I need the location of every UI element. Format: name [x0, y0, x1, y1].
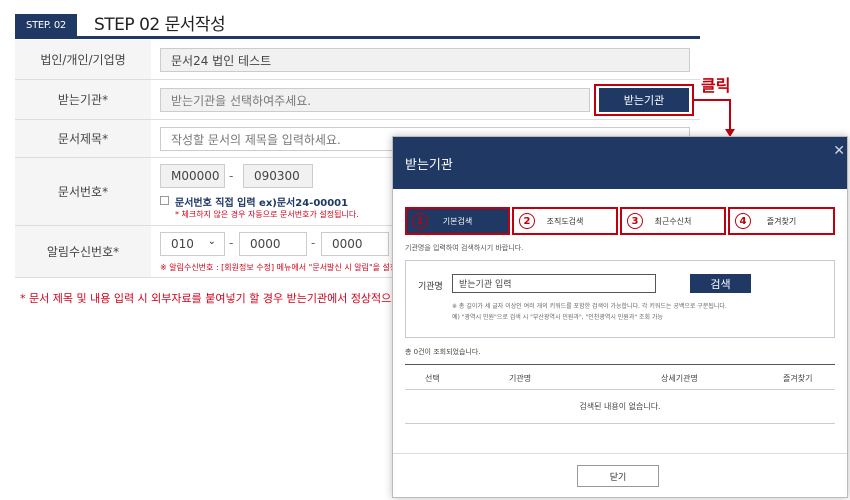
result-count: 총 0건이 조회되었습니다. — [405, 348, 481, 356]
recipient-field[interactable]: 받는기관을 선택하여주세요. — [160, 88, 590, 112]
doc-number-label: 문서번호* — [15, 158, 151, 225]
doc-number-note: * 체크하지 않은 경우 자동으로 문서번호가 설정됩니다. — [175, 210, 359, 219]
form-row-recipient: 받는기관* 받는기관을 선택하여주세요. 받는기관 — [15, 80, 700, 120]
modal-footer-divider — [393, 453, 847, 454]
col-select: 선택 — [425, 374, 440, 383]
tab-number-4: 4 — [735, 213, 751, 229]
click-annotation: 클릭 — [701, 76, 731, 95]
doc-number-manual-label: 문서번호 직접 입력 ex)문서24-00001 — [175, 198, 349, 209]
modal-close-button[interactable]: 닫기 — [577, 465, 659, 487]
tab-number-1: 1 — [412, 213, 428, 229]
tab-recent-recipients-label: 최근수신처 — [654, 216, 692, 226]
agency-search-input[interactable]: 받는기관 입력 — [452, 274, 656, 293]
col-agency-name: 기관명 — [509, 374, 532, 383]
phone-separator-2: - — [311, 236, 316, 250]
col-favorites: 즐겨찾기 — [783, 374, 813, 383]
tab-basic-search-label: 기본검색 — [442, 216, 473, 226]
phone-area-value: 010 — [171, 237, 194, 251]
paste-notice: * 문서 제목 및 내용 입력 시 외부자료를 붙여넣기 할 경우 받는기관에서… — [20, 292, 426, 305]
tab-favorites-label: 즐겨찾기 — [766, 216, 797, 226]
doc-number-suffix: 090300 — [243, 164, 313, 188]
subject-label: 문서제목* — [15, 120, 151, 157]
search-note-1: ※ 총 길이가 세 글자 이상인 여러 개의 키워드를 포함한 검색이 가능합니… — [452, 303, 727, 310]
phone-note: ※ 알림수신번호 : [회원정보 수정] 메뉴에서 "문서발신 시 알림"을 설… — [160, 263, 415, 272]
modal-header: 받는기관 — [393, 137, 847, 189]
form-row-org: 법인/개인/기업명 문서24 법인 테스트 — [15, 40, 700, 80]
doc-number-manual-checkbox[interactable] — [160, 196, 169, 205]
recipient-search-button[interactable]: 받는기관 — [599, 88, 689, 112]
tab-favorites[interactable]: 4 즐겨찾기 — [728, 207, 835, 235]
chevron-down-icon: ⌄ — [207, 236, 216, 247]
close-icon[interactable]: ✕ — [833, 143, 845, 159]
agency-search-button[interactable]: 검색 — [690, 274, 751, 293]
org-label: 법인/개인/기업명 — [15, 40, 151, 79]
search-note-2: 예) "광역시 민원"으로 검색 시 "부산광역시 민원과", "인천광역시 민… — [452, 314, 663, 321]
phone-separator-1: - — [229, 236, 234, 250]
tab-org-chart-search-label: 조직도검색 — [546, 216, 584, 226]
result-empty-row: 검색된 내용이 없습니다. — [405, 390, 835, 424]
tab-recent-recipients[interactable]: 3 최근수신처 — [620, 207, 726, 235]
doc-number-separator: - — [229, 169, 234, 183]
result-table-header: 선택 기관명 상세기관명 즐겨찾기 — [405, 364, 835, 390]
phone-last-input[interactable]: 0000 — [321, 232, 389, 256]
agency-name-label: 기관명 — [418, 282, 443, 292]
phone-label: 알림수신번호* — [15, 226, 151, 277]
tab-number-3: 3 — [627, 213, 643, 229]
phone-mid-input[interactable]: 0000 — [239, 232, 307, 256]
page-title: STEP 02 문서작성 — [94, 15, 226, 35]
modal-title: 받는기관 — [405, 157, 453, 173]
recipient-label: 받는기관* — [15, 80, 151, 119]
search-panel: 기관명 받는기관 입력 검색 ※ 총 길이가 세 글자 이상인 여러 개의 키워… — [405, 260, 835, 338]
tab-basic-search[interactable]: 1 기본검색 — [405, 207, 510, 235]
phone-area-select[interactable]: 010 ⌄ — [160, 232, 225, 256]
search-guide: 기관명을 입력하여 검색하시기 바랍니다. — [405, 244, 524, 252]
col-agency-detail: 상세기관명 — [661, 374, 698, 383]
header-divider — [15, 36, 700, 39]
annotation-arrow-vertical — [729, 100, 731, 131]
org-field: 문서24 법인 테스트 — [160, 48, 690, 72]
annotation-arrow-horizontal — [694, 99, 731, 101]
doc-number-prefix: M00000 — [160, 164, 225, 188]
tab-org-chart-search[interactable]: 2 조직도검색 — [512, 207, 618, 235]
modal-tabs: 1 기본검색 2 조직도검색 3 최근수신처 4 즐겨찾기 — [405, 207, 835, 235]
recipient-modal: 받는기관 ✕ 1 기본검색 2 조직도검색 3 최근수신처 4 즐겨찾기 기관명… — [392, 136, 848, 498]
step-badge: STEP. 02 — [15, 14, 77, 36]
tab-number-2: 2 — [519, 213, 535, 229]
